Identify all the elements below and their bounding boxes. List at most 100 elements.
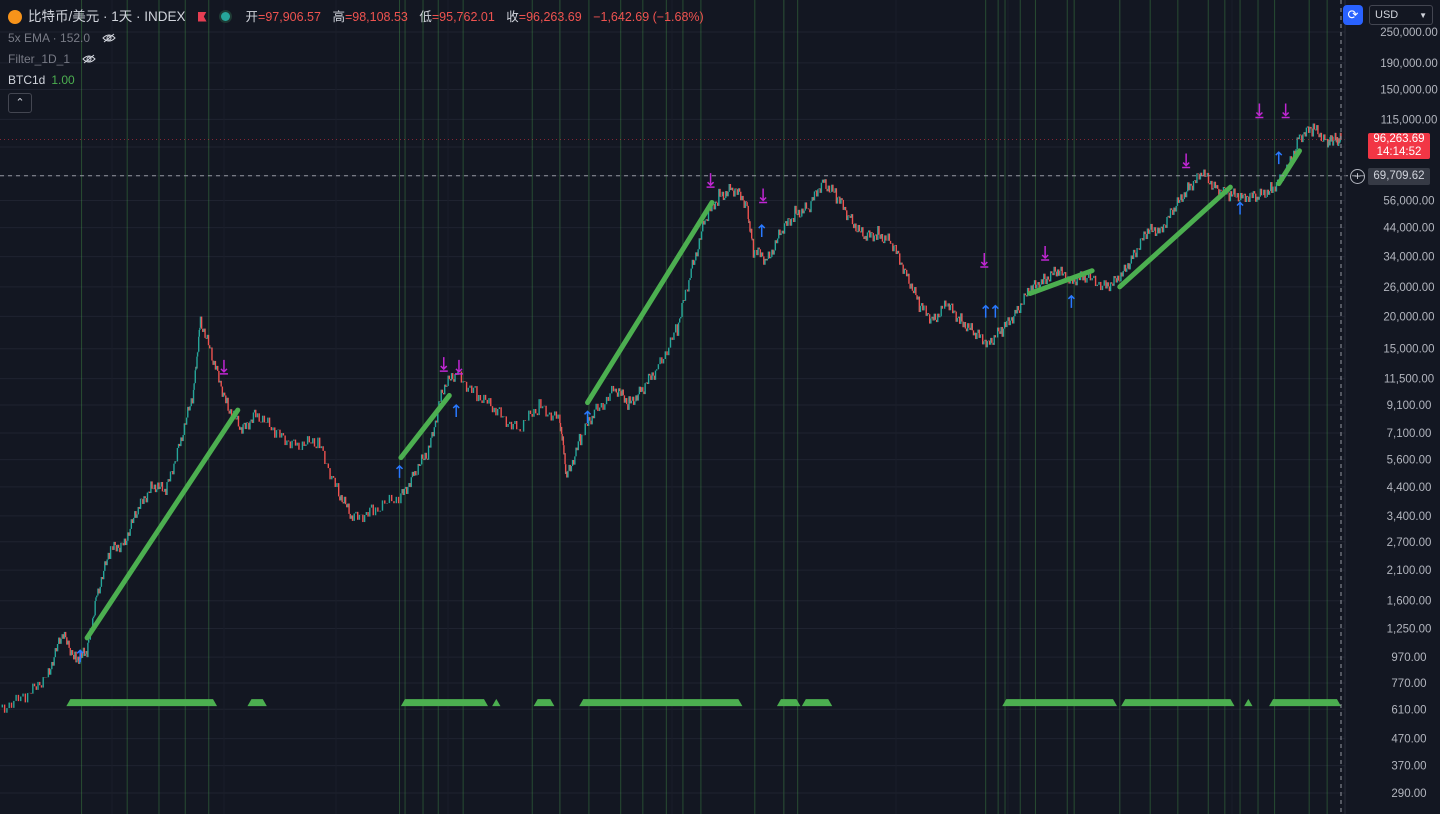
- bull-market-bands: [66, 699, 1341, 707]
- y-tick-label: 770.00: [1391, 678, 1426, 690]
- sell-signal-arrow: [1255, 103, 1264, 119]
- chevron-down-icon: ▼: [1419, 10, 1427, 20]
- buy-signal-arrow: [982, 304, 990, 318]
- y-tick-label: 290.00: [1391, 788, 1426, 800]
- bull-band: [533, 699, 555, 707]
- bull-band: [247, 699, 267, 707]
- buy-signal-arrow: [1236, 201, 1244, 215]
- crosshair: [0, 0, 1367, 814]
- trend-line: [84, 407, 241, 641]
- grid-lines: [0, 0, 1345, 814]
- trend-line: [585, 199, 715, 406]
- bull-band: [66, 699, 218, 707]
- close-label: 收: [506, 9, 519, 24]
- buy-signal-arrow: [1275, 151, 1283, 165]
- sell-signal-arrow: [980, 253, 989, 268]
- y-tick-label: 150,000.00: [1380, 85, 1438, 97]
- sell-signal-arrow: [1041, 245, 1050, 261]
- chart-legend: 比特币/美元 · 1天 · INDEX 开=97,906.57 高=98,108…: [8, 6, 712, 113]
- sync-button[interactable]: ⟳: [1343, 5, 1363, 25]
- high-label: 高: [332, 9, 345, 24]
- bull-band: [492, 699, 501, 707]
- sell-signal-arrow: [1281, 103, 1290, 119]
- high-value: =98,108.53: [344, 9, 408, 24]
- eye-hidden-icon[interactable]: [102, 33, 116, 43]
- y-tick-label: 470.00: [1391, 734, 1426, 746]
- y-tick-label: 26,000.00: [1383, 282, 1434, 294]
- symbol-title[interactable]: 比特币/美元 · 1天 · INDEX: [28, 9, 186, 25]
- y-tick-label: 7,100.00: [1387, 428, 1432, 440]
- indicator-name[interactable]: BTC1d: [8, 72, 45, 88]
- signal-vertical-lines: [81, 0, 1328, 814]
- open-value: =97,906.57: [258, 9, 321, 24]
- close-value: =96,263.69: [518, 9, 582, 24]
- indicator-row-ema[interactable]: 5x EMA · 152.0: [8, 27, 712, 48]
- bull-band: [1121, 699, 1235, 707]
- trend-line: [1117, 184, 1233, 290]
- last-price-value: 96,263.69: [1373, 133, 1425, 146]
- collapse-legend-button[interactable]: ⌃: [8, 93, 32, 113]
- bull-band: [1244, 699, 1253, 707]
- bull-band: [400, 699, 489, 707]
- buy-signal-arrow: [395, 464, 404, 478]
- add-alert-plus-icon[interactable]: +: [1350, 169, 1365, 184]
- last-price-tag: 96,263.69 14:14:52: [1368, 133, 1430, 160]
- crosshair-price-tag: 69,709.62: [1368, 168, 1430, 185]
- indicator-name[interactable]: Filter_1D_1: [8, 51, 70, 67]
- indicator-row-filter[interactable]: Filter_1D_1: [8, 48, 712, 69]
- y-tick-label: 370.00: [1391, 761, 1426, 773]
- trend-lines: [84, 148, 1302, 641]
- bull-band: [801, 699, 833, 707]
- bull-band: [579, 699, 743, 707]
- bitcoin-icon: [8, 9, 22, 24]
- y-tick-label: 5,600.00: [1387, 455, 1432, 467]
- price-axis[interactable]: 290.00 370.00 470.00 610.00 770.00 970.00 1,25…: [1344, 0, 1438, 814]
- trend-line: [1276, 148, 1302, 187]
- sell-signal-arrow: [1182, 153, 1191, 169]
- indicator-row-btc1d[interactable]: BTC1d 1.00: [8, 69, 712, 90]
- y-tick-label: 115,000.00: [1381, 114, 1438, 126]
- y-tick-label: 970.00: [1391, 652, 1426, 664]
- y-tick-label: 20,000.00: [1383, 311, 1434, 323]
- buy-signal-arrow: [758, 224, 766, 238]
- y-tick-label: 2,100.00: [1387, 565, 1432, 577]
- y-tick-label: 2,700.00: [1387, 537, 1432, 549]
- eye-hidden-icon[interactable]: [82, 54, 96, 64]
- buy-signal-arrow: [452, 403, 460, 418]
- y-tick-label: 34,000.00: [1383, 252, 1434, 264]
- buy-signal-arrow: [991, 304, 999, 318]
- y-tick-label: 56,000.00: [1383, 195, 1434, 207]
- chevron-up-icon: ⌃: [15, 97, 25, 109]
- currency-select[interactable]: USD ▼: [1369, 5, 1433, 25]
- y-tick-label: 250,000.00: [1380, 27, 1438, 39]
- y-tick-label: 11,500.00: [1384, 374, 1434, 386]
- price-chart[interactable]: 290.00 370.00 470.00 610.00 770.00 970.00 1,25…: [0, 0, 1440, 814]
- bull-band: [1269, 699, 1341, 707]
- low-label: 低: [419, 9, 432, 24]
- buy-signal-arrow: [1067, 294, 1075, 308]
- symbol-row[interactable]: 比特币/美元 · 1天 · INDEX 开=97,906.57 高=98,108…: [8, 6, 712, 27]
- change-value: −1,642.69 (−1.68%): [593, 9, 704, 24]
- market-status-icon: [220, 12, 230, 21]
- sell-signal-arrow: [439, 357, 448, 372]
- y-tick-label: 1,600.00: [1387, 596, 1432, 608]
- flag-icon[interactable]: [197, 11, 207, 22]
- currency-value: USD: [1375, 9, 1399, 21]
- indicator-value: 1.00: [51, 72, 75, 87]
- y-tick-label: 610.00: [1391, 704, 1426, 716]
- y-tick-label: 3,400.00: [1387, 511, 1432, 523]
- sync-icon: ⟳: [1347, 7, 1359, 22]
- y-tick-label: 44,000.00: [1383, 223, 1434, 235]
- indicator-name[interactable]: 5x EMA · 152.0: [8, 30, 90, 46]
- ohlc-values: 开=97,906.57 高=98,108.53 低=95,762.01 收=96…: [246, 9, 712, 25]
- bull-band: [1002, 699, 1118, 707]
- y-tick-label: 4,400.00: [1387, 482, 1432, 494]
- y-tick-label: 1,250.00: [1387, 624, 1432, 636]
- open-label: 开: [245, 9, 259, 24]
- y-tick-label: 190,000.00: [1380, 58, 1438, 70]
- sell-signal-arrow: [219, 359, 228, 375]
- low-value: =95,762.01: [431, 9, 495, 24]
- y-tick-label: 15,000.00: [1383, 344, 1434, 356]
- sell-signal-arrow: [706, 173, 715, 188]
- y-tick-label: 9,100.00: [1387, 400, 1432, 412]
